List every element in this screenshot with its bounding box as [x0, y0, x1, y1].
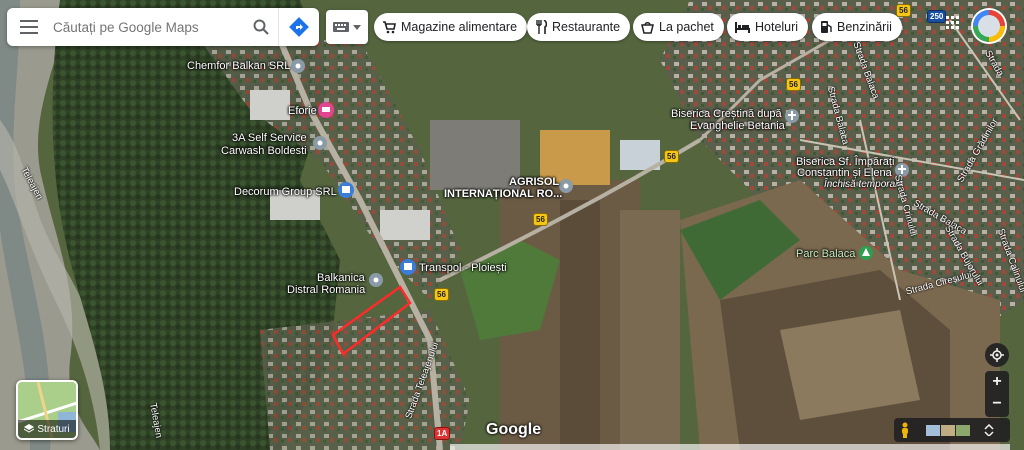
avatar[interactable] — [973, 10, 1005, 42]
place-status: Închisă temporar — [824, 179, 899, 190]
layers-icon — [24, 424, 35, 433]
place-label[interactable]: Eforie — [288, 105, 317, 117]
zoom-controls: + − — [985, 371, 1009, 417]
place-label[interactable]: Parc Balaca — [796, 248, 855, 260]
cart-icon — [383, 21, 396, 34]
place-label[interactable]: AGRISOL — [509, 176, 559, 188]
road-shield-56: 56 — [786, 78, 801, 91]
zoom-out-button[interactable]: − — [985, 393, 1009, 415]
place-label[interactable]: Evanghelie Betania — [690, 120, 785, 132]
location-icon — [990, 348, 1004, 362]
chip-label: La pachet — [659, 20, 714, 34]
search-icon[interactable] — [244, 8, 278, 46]
place-label[interactable]: Chemfor Balkan SRL — [187, 60, 290, 72]
takeout-icon — [641, 21, 654, 34]
apps-icon[interactable] — [946, 16, 960, 30]
place-label[interactable]: INTERNAȚIONAL RO... — [444, 188, 562, 200]
street-view-bar — [894, 418, 1010, 442]
pin-carwash[interactable] — [313, 136, 327, 150]
zoom-in-button[interactable]: + — [985, 371, 1009, 393]
chip-label: Hoteluri — [755, 20, 799, 34]
road-shield-56: 56 — [434, 288, 449, 301]
imagery-thumbnails[interactable] — [926, 424, 970, 436]
pin-transpol[interactable] — [400, 259, 416, 275]
directions-icon[interactable] — [278, 8, 319, 46]
my-location-button[interactable] — [985, 343, 1009, 367]
layers-label: Straturi — [37, 423, 70, 435]
expand-icon[interactable] — [984, 424, 994, 436]
road-shield-56: 56 — [896, 4, 911, 17]
keyboard-icon — [333, 22, 349, 32]
pin-balkanica[interactable] — [369, 273, 383, 287]
chip-label: Benzinării — [837, 20, 892, 34]
place-label[interactable]: 3A Self Service — [232, 132, 307, 144]
chip-hotels[interactable]: Hoteluri — [727, 13, 809, 41]
place-label[interactable]: Decorum Group SRL — [234, 186, 337, 198]
bed-icon — [735, 21, 750, 33]
pin-decorum[interactable] — [338, 182, 354, 198]
road-shield-56: 56 — [664, 150, 679, 163]
chevron-down-icon — [353, 24, 361, 30]
chip-label: Restaurante — [552, 20, 621, 34]
place-label[interactable]: Carwash Boldesti — [221, 145, 307, 157]
chip-restaurants[interactable]: Restaurante — [527, 13, 631, 41]
place-label[interactable]: Transpol - Ploiești — [419, 262, 507, 274]
road-shield-250: 250 — [927, 10, 947, 23]
menu-icon[interactable] — [7, 8, 51, 46]
place-label[interactable]: Balkanica — [317, 272, 365, 284]
chip-takeout[interactable]: La pachet — [633, 13, 724, 41]
pegman-icon[interactable] — [900, 422, 910, 438]
place-label[interactable]: Distral Romania — [287, 284, 365, 296]
layers-button[interactable]: Straturi — [16, 380, 78, 440]
search-box — [7, 8, 319, 46]
pin-parc-balaca[interactable] — [859, 246, 873, 260]
road-shield-1a: 1A — [434, 427, 451, 440]
pin-eforie-hotel[interactable] — [318, 102, 334, 118]
road-shield-56: 56 — [533, 213, 548, 226]
search-input[interactable] — [51, 18, 244, 36]
attribution-bar — [450, 444, 1010, 450]
fork-knife-icon — [536, 20, 547, 34]
pin-chemfor[interactable] — [291, 59, 305, 73]
input-tools-button[interactable] — [326, 10, 368, 44]
chip-gas-stations[interactable]: Benzinării — [812, 13, 902, 41]
place-label[interactable]: Biserica Creștină după — [671, 108, 782, 120]
fuel-icon — [821, 21, 832, 33]
pin-biserica-betania[interactable] — [785, 109, 799, 123]
chip-label: Magazine alimentare — [401, 20, 518, 34]
chip-groceries[interactable]: Magazine alimentare — [374, 13, 528, 41]
place-label[interactable]: Constantin și Elena — [797, 167, 892, 179]
google-logo: Google — [486, 421, 542, 438]
